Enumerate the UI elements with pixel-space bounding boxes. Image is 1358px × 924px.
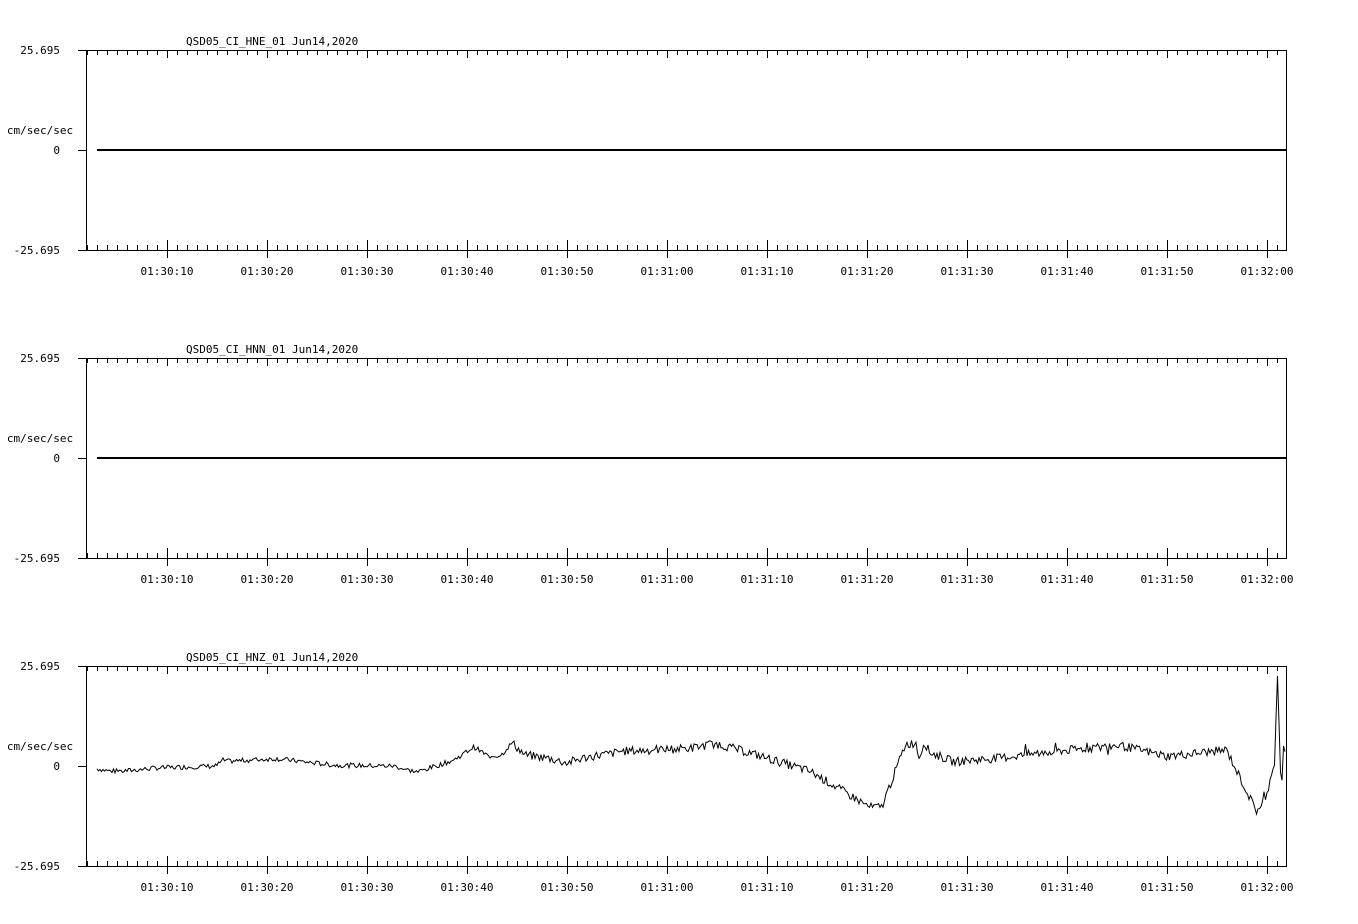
x-tick-label: 01:30:10 [141,881,194,894]
plot-frame [86,666,1287,867]
x-tick-label: 01:31:50 [1141,881,1194,894]
x-tick-label: 01:31:20 [841,573,894,586]
x-tick-label: 01:30:30 [341,573,394,586]
x-tick-label: 01:30:50 [541,573,594,586]
y-tick-label-zero: 0 [53,452,60,465]
x-tick-label: 01:30:40 [441,265,494,278]
x-tick-label: 01:31:00 [641,881,694,894]
x-tick-label: 01:31:40 [1041,881,1094,894]
y-axis-label: cm/sec/sec [7,124,73,137]
y-tick-label-max: 25.695 [20,352,60,365]
x-tick-label: 01:31:40 [1041,265,1094,278]
x-tick-label: 01:30:10 [141,573,194,586]
x-tick-label: 01:32:00 [1241,881,1294,894]
y-tick-label-max: 25.695 [20,660,60,673]
x-tick-label: 01:32:00 [1241,573,1294,586]
x-tick-label: 01:31:30 [941,573,994,586]
x-tick-label: 01:31:10 [741,265,794,278]
plot-title: QSD05_CI_HNZ_01 Jun14,2020 [186,651,358,664]
x-tick-label: 01:31:50 [1141,265,1194,278]
x-tick-label: 01:30:20 [241,573,294,586]
x-tick-label: 01:31:30 [941,265,994,278]
x-tick-label: 01:30:20 [241,265,294,278]
y-tick-label-min: -25.695 [14,860,60,873]
y-axis-label: cm/sec/sec [7,432,73,445]
x-tick-label: 01:31:30 [941,881,994,894]
y-tick-label-min: -25.695 [14,552,60,565]
y-tick-label-max: 25.695 [20,44,60,57]
y-tick-label-zero: 0 [53,144,60,157]
y-axis-label: cm/sec/sec [7,740,73,753]
x-tick-label: 01:30:50 [541,881,594,894]
x-tick-label: 01:31:00 [641,265,694,278]
x-tick-label: 01:30:30 [341,881,394,894]
x-tick-label: 01:31:00 [641,573,694,586]
x-tick-label: 01:31:10 [741,881,794,894]
y-tick-label-zero: 0 [53,760,60,773]
plot-title: QSD05_CI_HNN_01 Jun14,2020 [186,343,358,356]
x-tick-label: 01:30:10 [141,265,194,278]
x-tick-label: 01:32:00 [1241,265,1294,278]
x-tick-label: 01:30:30 [341,265,394,278]
x-tick-label: 01:30:40 [441,881,494,894]
x-tick-label: 01:31:20 [841,265,894,278]
x-tick-label: 01:30:50 [541,265,594,278]
x-tick-label: 01:30:20 [241,881,294,894]
seismogram-figure: QSD05_CI_HNE_01 Jun14,2020 25.695 0 -25.695… [7,35,1294,894]
x-tick-label: 01:31:40 [1041,573,1094,586]
plot-title: QSD05_CI_HNE_01 Jun14,2020 [186,35,358,48]
waveform-trace [96,675,1286,816]
x-tick-label: 01:30:40 [441,573,494,586]
x-tick-label: 01:31:50 [1141,573,1194,586]
x-tick-label: 01:31:20 [841,881,894,894]
x-tick-label: 01:31:10 [741,573,794,586]
y-tick-label-min: -25.695 [14,244,60,257]
